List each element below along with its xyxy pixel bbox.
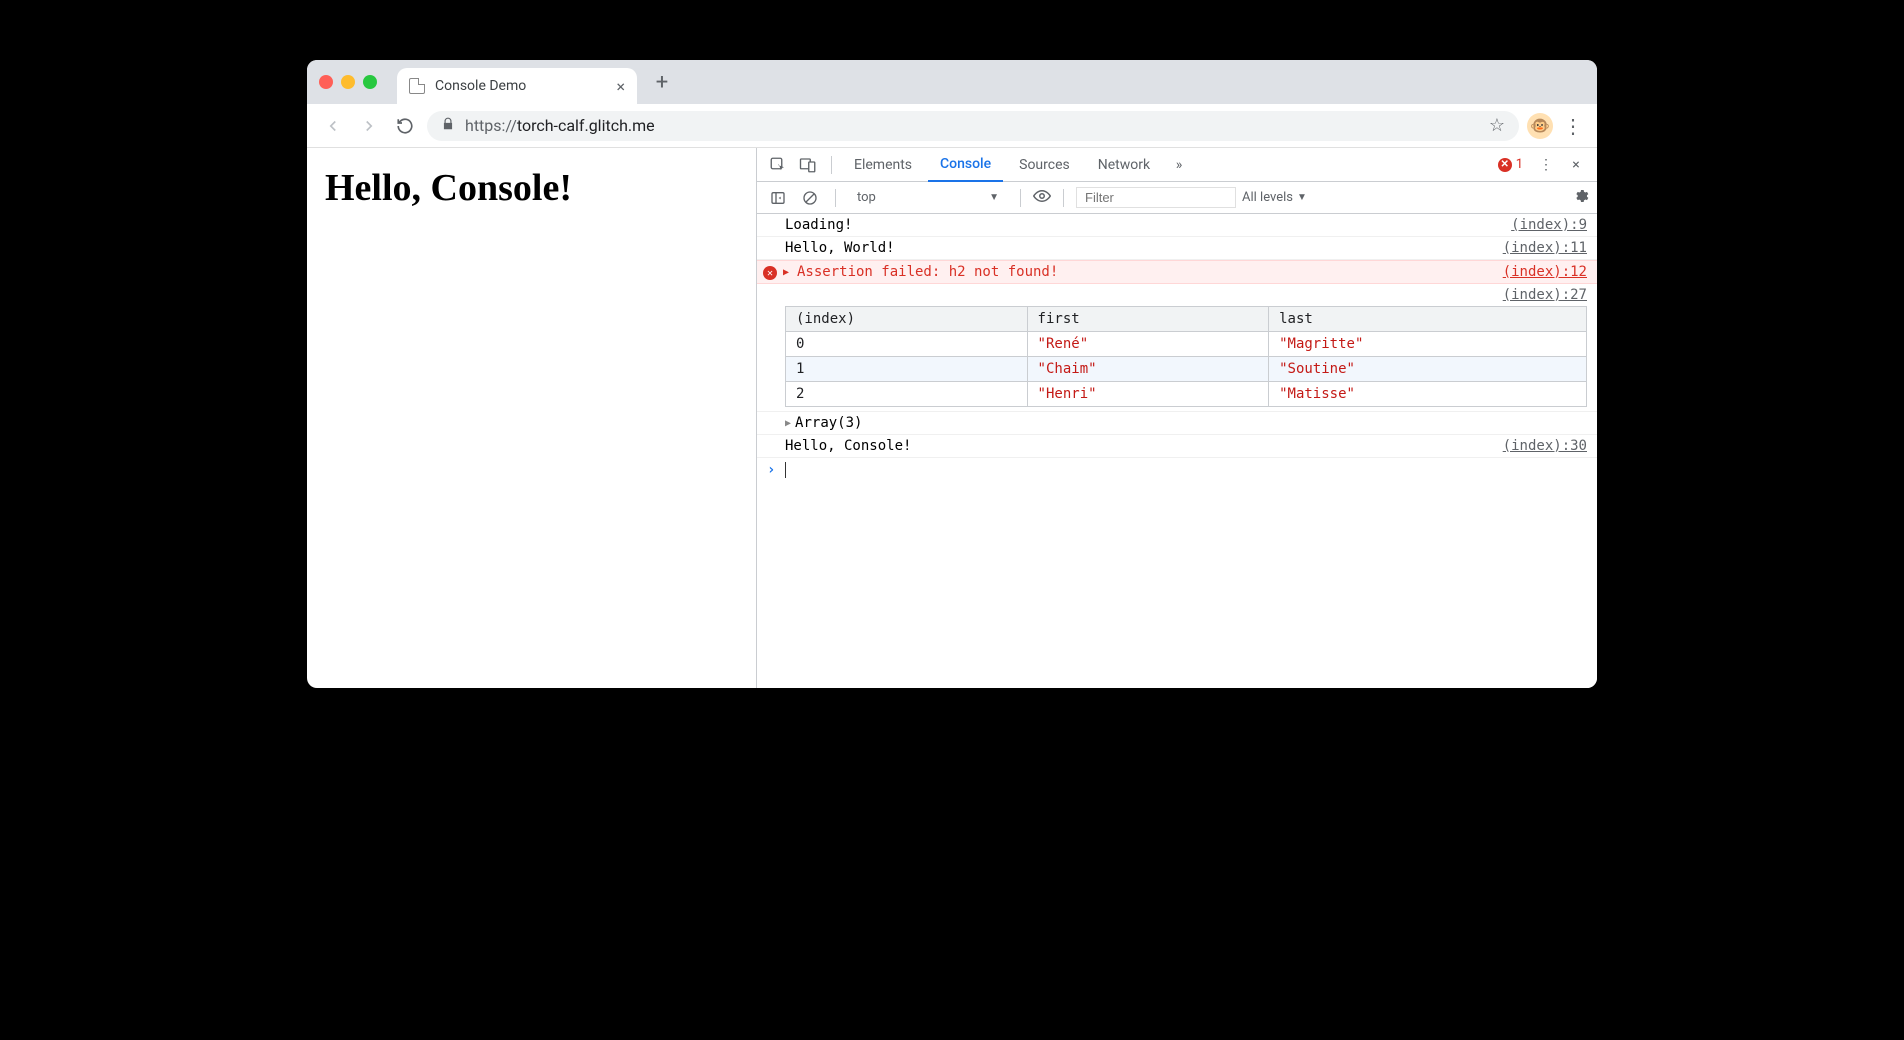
context-value: top [857,190,876,205]
console-filter-input[interactable] [1076,187,1236,208]
table-cell: "René" [1027,332,1269,357]
tab-sources[interactable]: Sources [1007,148,1082,182]
live-expression-icon[interactable] [1033,187,1051,209]
table-cell: "Soutine" [1269,357,1587,382]
devtools-tab-bar: Elements Console Sources Network » ✕ 1 ⋮… [757,148,1597,182]
profile-avatar[interactable]: 🐵 [1527,113,1553,139]
text-cursor [785,462,786,478]
console-output: Loading! (index):9 Hello, World! (index)… [757,214,1597,688]
table-row[interactable]: 1 "Chaim" "Soutine" [786,357,1587,382]
console-message[interactable]: Hello, World! (index):11 [757,237,1597,260]
console-table: (index) first last 0 "René" "Magritte" [785,306,1587,407]
tab-bar: Console Demo × + [307,60,1597,104]
window-maximize-button[interactable] [363,75,377,89]
console-message[interactable]: Loading! (index):9 [757,214,1597,237]
source-link[interactable]: (index):30 [1503,438,1587,454]
bookmark-star-icon[interactable]: ☆ [1489,115,1505,136]
page-view: Hello, Console! [307,148,757,688]
table-header[interactable]: first [1027,307,1269,332]
message-text: Hello, Console! [785,438,911,454]
url-text: https://torch-calf.glitch.me [465,116,655,135]
table-cell: "Magritte" [1269,332,1587,357]
file-icon [409,78,425,94]
browser-menu-button[interactable]: ⋮ [1561,114,1585,138]
console-table-source-row: (index):27 [757,284,1597,306]
source-link[interactable]: (index):9 [1511,217,1587,233]
window-minimize-button[interactable] [341,75,355,89]
table-cell: 0 [786,332,1028,357]
table-row[interactable]: 0 "René" "Magritte" [786,332,1587,357]
context-selector[interactable]: top ▼ [848,187,1008,208]
table-cell: 1 [786,357,1028,382]
browser-tab[interactable]: Console Demo × [397,68,637,104]
browser-window: Console Demo × + https://torch-calf.glit… [307,60,1597,688]
console-settings-icon[interactable] [1573,188,1589,208]
lock-icon [441,117,455,135]
tab-console[interactable]: Console [928,148,1003,182]
table-header[interactable]: (index) [786,307,1028,332]
table-cell: 2 [786,382,1028,407]
back-button[interactable] [319,112,347,140]
tab-network[interactable]: Network [1086,148,1162,182]
error-count-badge[interactable]: ✕ 1 [1498,157,1523,172]
source-link[interactable]: (index):12 [1503,264,1587,280]
source-link[interactable]: (index):11 [1503,240,1587,256]
devtools-menu-button[interactable]: ⋮ [1533,152,1559,178]
content-area: Hello, Console! Elements Console Sources… [307,148,1597,688]
devtools-panel: Elements Console Sources Network » ✕ 1 ⋮… [757,148,1597,688]
table-header[interactable]: last [1269,307,1587,332]
log-levels-selector[interactable]: All levels ▼ [1242,190,1307,205]
device-toolbar-icon[interactable] [795,152,821,178]
console-prompt[interactable]: › [757,458,1597,482]
prompt-caret-icon: › [767,462,775,478]
console-toolbar: top ▼ All levels ▼ [757,182,1597,214]
tab-title: Console Demo [435,78,526,94]
message-text: Assertion failed: h2 not found! [797,264,1058,280]
url-box[interactable]: https://torch-calf.glitch.me ☆ [427,111,1519,141]
table-cell: "Henri" [1027,382,1269,407]
chevron-down-icon: ▼ [1297,192,1307,203]
message-text: Hello, World! [785,240,895,256]
console-table-block: (index) first last 0 "René" "Magritte" [757,306,1597,412]
error-icon: ✕ [1498,158,1512,172]
window-close-button[interactable] [319,75,333,89]
devtools-close-button[interactable]: × [1563,152,1589,178]
message-text: Loading! [785,217,852,233]
console-sidebar-toggle-icon[interactable] [765,185,791,211]
chevron-down-icon: ▼ [989,192,999,203]
array-summary-row[interactable]: ▶ Array(3) [757,412,1597,435]
address-bar: https://torch-calf.glitch.me ☆ 🐵 ⋮ [307,104,1597,148]
clear-console-icon[interactable] [797,185,823,211]
table-cell: "Matisse" [1269,382,1587,407]
source-link[interactable]: (index):27 [1503,287,1587,303]
levels-label: All levels [1242,190,1293,205]
reload-button[interactable] [391,112,419,140]
error-count: 1 [1516,157,1523,172]
array-summary-text: Array(3) [795,415,862,431]
table-cell: "Chaim" [1027,357,1269,382]
tab-elements[interactable]: Elements [842,148,924,182]
inspect-element-icon[interactable] [765,152,791,178]
forward-button[interactable] [355,112,383,140]
table-row[interactable]: 2 "Henri" "Matisse" [786,382,1587,407]
traffic-lights [319,75,377,89]
more-tabs-icon[interactable]: » [1166,152,1192,178]
console-message[interactable]: Hello, Console! (index):30 [757,435,1597,458]
console-error-message[interactable]: ✕ ▶ Assertion failed: h2 not found! (ind… [757,260,1597,284]
new-tab-button[interactable]: + [647,67,677,97]
expand-triangle-icon[interactable]: ▶ [783,267,789,278]
error-icon: ✕ [763,266,777,280]
tab-close-button[interactable]: × [616,77,625,96]
page-heading: Hello, Console! [325,166,738,210]
expand-triangle-icon[interactable]: ▶ [785,418,791,429]
